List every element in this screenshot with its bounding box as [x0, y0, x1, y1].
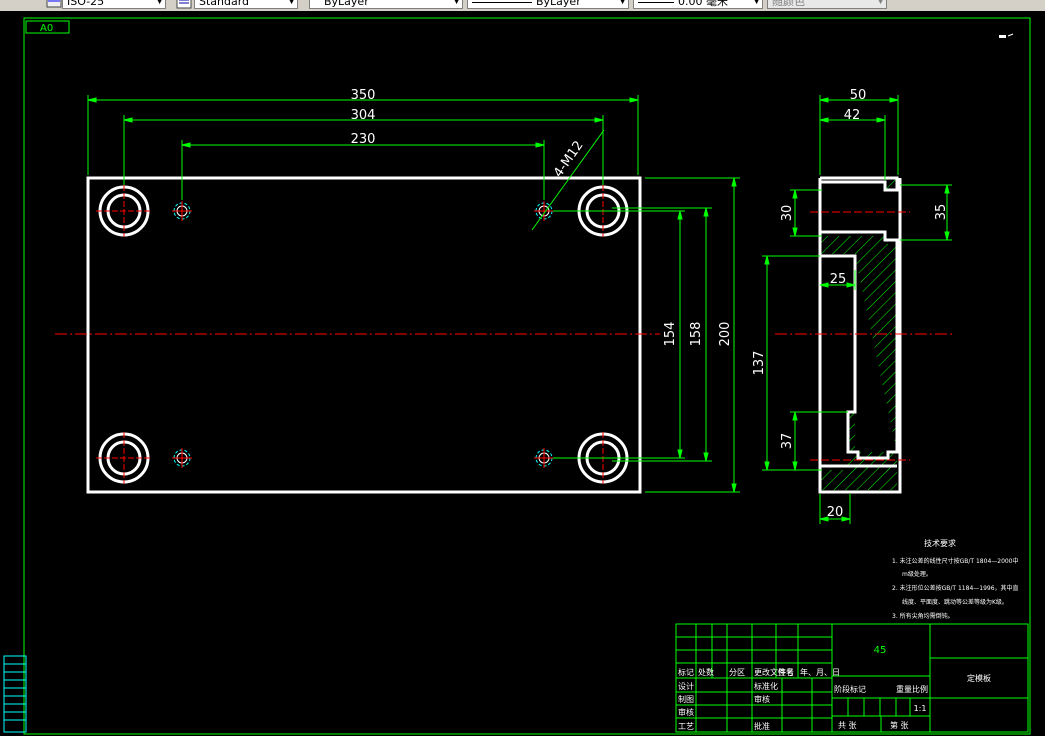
tech-req-line3: 3. 所有尖角均需倒钝。 [892, 612, 954, 620]
dim-text-42: 42 [844, 108, 861, 123]
row-design: 设计 [678, 681, 694, 691]
dimension-50 [819, 95, 899, 175]
revision-col-zone: 分区 [729, 668, 745, 677]
dim-text-230: 230 [351, 132, 376, 147]
revision-col-count: 处数 [698, 667, 714, 677]
dim-text-20: 20 [827, 505, 844, 520]
threaded-hole [534, 448, 554, 468]
dimstyle-dropdown[interactable]: ISO-25 ▼ [62, 0, 166, 9]
top-strip [0, 11, 1045, 17]
dim-text-350: 350 [351, 88, 376, 103]
sheet-number: 第 张 [890, 720, 909, 730]
dimension-42 [819, 115, 886, 180]
textstyle-icon[interactable] [176, 0, 192, 9]
lineweight-dropdown[interactable]: 0.00 毫米 ▼ [633, 0, 763, 9]
revision-col-sign: 签名 [778, 667, 794, 677]
linetype-dropdown[interactable]: ByLayer ▼ [467, 0, 629, 9]
dimstyle-value: ISO-25 [67, 0, 105, 8]
chevron-down-icon: ▼ [753, 0, 760, 6]
tech-req-line1b: m级处理。 [902, 570, 932, 578]
threaded-hole [172, 448, 192, 468]
revision-col-mark: 标记 [678, 667, 694, 677]
dim-text-25: 25 [830, 272, 847, 287]
linetype-value: ByLayer [536, 0, 581, 8]
dim-text-50: 50 [850, 88, 867, 103]
row-drawing: 制图 [678, 694, 694, 704]
row-approve: 批准 [754, 721, 770, 731]
part-name: 定模板 [967, 673, 991, 683]
dim-text-37: 37 [780, 433, 795, 450]
front-view: 350 304 230 4-M12 154 158 200 [55, 88, 740, 494]
textstyle-value: Standard [199, 0, 250, 8]
dim-text-158: 158 [689, 322, 704, 347]
material-value: 45 [874, 645, 887, 656]
tech-req-title: 技术要求 [924, 538, 956, 548]
threaded-hole [172, 201, 192, 221]
chevron-down-icon: ▼ [156, 0, 163, 6]
stage-mark: 阶段标记 [834, 684, 866, 694]
lineweight-value: 0.00 毫米 [678, 0, 728, 8]
side-view: 50 42 30 35 25 137 37 20 [752, 88, 955, 524]
dim-text-137: 137 [752, 351, 767, 376]
plotstyle-dropdown[interactable]: 随颜色 ▼ [767, 0, 887, 9]
layer-color-dropdown[interactable]: ByLayer ▼ [309, 0, 463, 9]
layout-tab-label: A0 [40, 23, 53, 34]
row-standardization: 标准化 [754, 681, 778, 691]
left-edge-table [3, 655, 27, 733]
total-sheets: 共 张 [838, 721, 857, 730]
thread-callout: 4-M12 [551, 138, 587, 180]
dimstyle-icon[interactable] [46, 0, 62, 9]
drawing-border [23, 17, 1031, 735]
plate-outline [86, 176, 642, 494]
dim-text-30: 30 [780, 205, 795, 222]
properties-toolbar: ISO-25 ▼ Standard ▼ ByLayer ▼ ByLayer ▼ 0.00… [0, 0, 1045, 11]
dimension-230 [181, 140, 545, 200]
chevron-down-icon: ▼ [288, 0, 295, 6]
row-process: 工艺 [678, 722, 694, 731]
dim-text-154: 154 [663, 322, 678, 347]
ucs-marker [999, 33, 1014, 38]
revision-col-date: 年、月、日 [800, 667, 840, 677]
chevron-down-icon: ▼ [453, 0, 460, 6]
plotstyle-value: 随颜色 [772, 0, 805, 8]
layer-color-value: ByLayer [324, 0, 369, 8]
chevron-down-icon: ▼ [619, 0, 626, 6]
dimension-304 [123, 115, 604, 185]
tech-req-line2: 2. 未注形位公差按GB/T 1184—1996，其中直 [892, 584, 1019, 592]
row-audit: 审核 [678, 707, 694, 717]
counterbore-hole [96, 432, 152, 484]
dim-text-304: 304 [351, 108, 376, 123]
technical-requirements: 技术要求 1. 未注公差的线性尺寸按GB/T 1804—2000中 m级处理。 … [892, 538, 1019, 620]
drawing-canvas[interactable]: A0 350 304 230 4-M12 154 158 200 50 42 3… [0, 11, 1045, 736]
scale-value: 1:1 [914, 704, 927, 713]
tech-req-line1: 1. 未注公差的线性尺寸按GB/T 1804—2000中 [892, 557, 1019, 565]
dim-text-35: 35 [934, 204, 949, 221]
chevron-down-icon: ▼ [877, 0, 884, 6]
tech-req-line2b: 线度、平面度、跳动等公差等级为K级。 [902, 598, 1008, 606]
weight-label: 重量 [896, 684, 912, 694]
counterbore-hole [96, 185, 152, 237]
ratio-label: 比例 [912, 684, 928, 694]
textstyle-dropdown[interactable]: Standard ▼ [194, 0, 298, 9]
row-review: 审核 [754, 694, 770, 704]
dim-text-200: 200 [718, 322, 733, 347]
